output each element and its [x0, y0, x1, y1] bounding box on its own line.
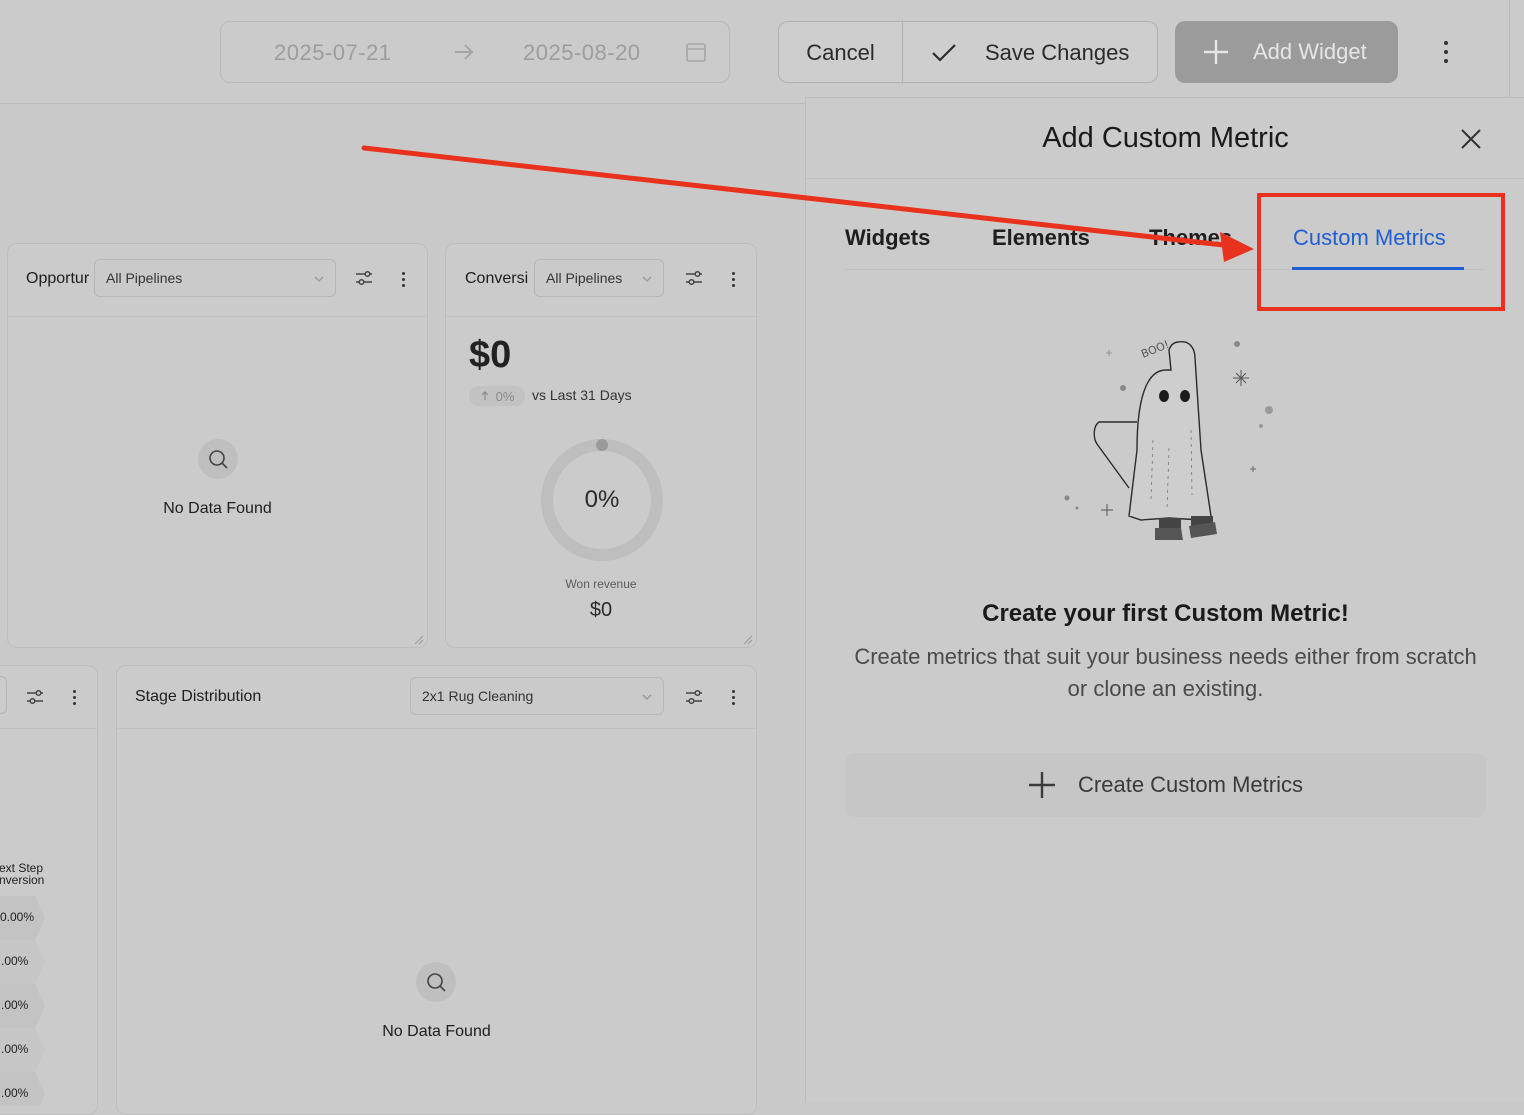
annotation-arrow — [361, 145, 1254, 262]
